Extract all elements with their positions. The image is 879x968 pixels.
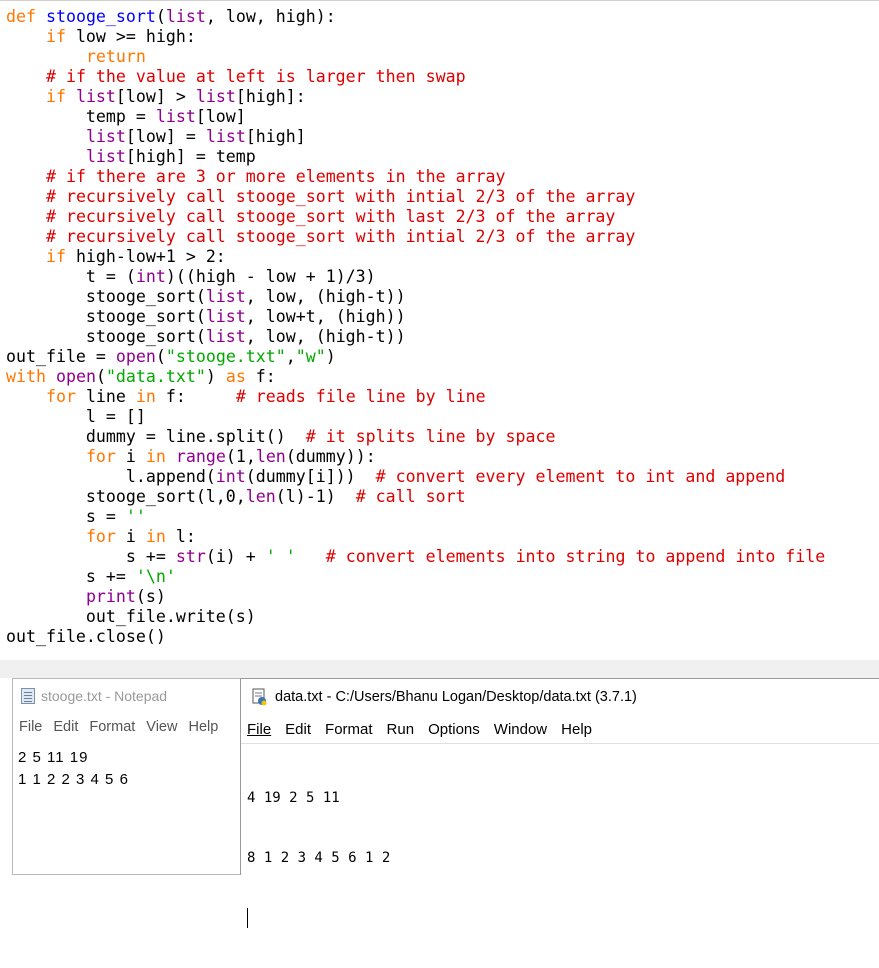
notepad-menu-help[interactable]: Help <box>188 719 218 735</box>
idle-title: data.txt - C:/Users/Bhanu Logan/Desktop/… <box>275 689 637 705</box>
code-line: l.append(int(dummy[i])) # convert every … <box>6 467 786 486</box>
idle-menu-format[interactable]: Format <box>325 721 373 738</box>
idle-menu-help[interactable]: Help <box>561 721 592 738</box>
notepad-icon <box>21 688 35 704</box>
notepad-window[interactable]: stooge.txt - Notepad File Edit Format Vi… <box>12 678 242 875</box>
code-line: stooge_sort(list, low, (high-t)) <box>6 327 406 346</box>
code-line: s += '\n' <box>6 567 176 586</box>
text-cursor <box>247 908 248 928</box>
code-line: for i in l: <box>85 527 196 546</box>
code-line: list[low] = list[high] <box>85 127 306 146</box>
notepad-line: 1 1 2 2 3 4 5 6 <box>18 771 129 788</box>
idle-titlebar[interactable]: data.txt - C:/Users/Bhanu Logan/Desktop/… <box>241 679 879 715</box>
idle-menubar: File Edit Format Run Options Window Help <box>241 715 879 744</box>
code-line: temp = list[low] <box>6 107 246 126</box>
idle-editor-window[interactable]: data.txt - C:/Users/Bhanu Logan/Desktop/… <box>240 678 879 928</box>
notepad-line: 2 5 11 19 <box>18 749 89 766</box>
code-line: t = (int)((high - low + 1)/3) <box>6 267 376 286</box>
code-line: l = [] <box>6 407 146 426</box>
code-line: def stooge_sort(list, low, high): <box>6 7 336 26</box>
code-line: stooge_sort(list, low+t, (high)) <box>6 307 406 326</box>
python-file-icon <box>252 688 267 706</box>
code-line: if high-low+1 > 2: <box>45 247 226 266</box>
notepad-text-area[interactable]: 2 5 11 19 1 1 2 2 3 4 5 6 <box>13 741 241 791</box>
code-line: for i in range(1,len(dummy)): <box>85 447 376 466</box>
idle-line: 4 19 2 5 11 <box>247 790 340 806</box>
code-line: # if the value at left is larger then sw… <box>45 67 466 86</box>
code-line: # recursively call stooge_sort with last… <box>45 207 616 226</box>
idle-menu-window[interactable]: Window <box>494 721 547 738</box>
idle-menu-file[interactable]: File <box>247 721 271 738</box>
code-line: s += str(i) + ' ' # convert elements int… <box>6 547 826 566</box>
desktop-gap <box>0 660 879 678</box>
code-line: if low >= high: <box>45 27 196 46</box>
code-line: stooge_sort(list, low, (high-t)) <box>6 287 406 306</box>
notepad-menu-edit[interactable]: Edit <box>53 719 78 735</box>
notepad-menu-view[interactable]: View <box>146 719 177 735</box>
notepad-menu-format[interactable]: Format <box>89 719 135 735</box>
code-line: out_file.write(s) <box>6 607 256 626</box>
code-line: # recursively call stooge_sort with inti… <box>45 187 636 206</box>
code-line: print(s) <box>85 587 166 606</box>
code-line: s = '' <box>6 507 146 526</box>
code-line: if list[low] > list[high]: <box>45 87 306 106</box>
idle-menu-run[interactable]: Run <box>387 721 415 738</box>
code-editor[interactable]: def stooge_sort(list, low, high): if low… <box>0 0 879 660</box>
code-area[interactable]: def stooge_sort(list, low, high): if low… <box>6 7 825 647</box>
code-line: # recursively call stooge_sort with inti… <box>45 227 636 246</box>
code-line: list[high] = temp <box>85 147 256 166</box>
code-line: out_file.close() <box>6 627 166 646</box>
notepad-titlebar[interactable]: stooge.txt - Notepad <box>13 679 241 713</box>
idle-menu-edit[interactable]: Edit <box>285 721 311 738</box>
idle-menu-options[interactable]: Options <box>428 721 480 738</box>
idle-line: 8 1 2 3 4 5 6 1 2 <box>247 850 391 866</box>
code-line: with open("data.txt") as f: <box>6 367 276 386</box>
code-line: out_file = open("stooge.txt","w") <box>6 347 336 366</box>
code-line: # if there are 3 or more elements in the… <box>45 167 506 186</box>
code-line: for line in f: # reads file line by line <box>45 387 486 406</box>
code-line: return <box>85 47 146 66</box>
notepad-title: stooge.txt - Notepad <box>41 688 168 704</box>
code-line: stooge_sort(l,0,len(l)-1) # call sort <box>6 487 466 506</box>
notepad-menu-file[interactable]: File <box>19 719 42 735</box>
code-line: dummy = line.split() # it splits line by… <box>6 427 556 446</box>
idle-text-area[interactable]: 4 19 2 5 11 8 1 2 3 4 5 6 1 2 <box>241 744 879 968</box>
notepad-menubar: File Edit Format View Help <box>13 713 241 741</box>
